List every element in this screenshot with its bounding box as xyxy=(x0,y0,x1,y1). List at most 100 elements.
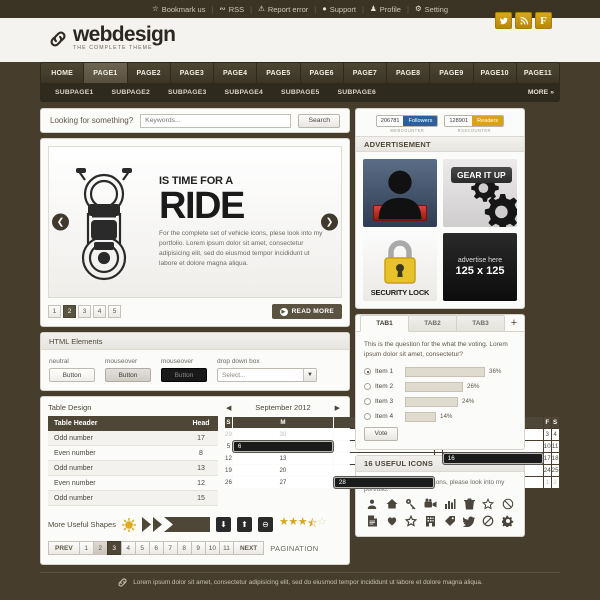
nav-item-home[interactable]: HOME xyxy=(41,63,85,83)
pagination-page-6[interactable]: 6 xyxy=(148,541,163,555)
calendar-day[interactable]: 5 xyxy=(225,441,232,452)
calendar-day[interactable]: 10 xyxy=(543,441,551,452)
readers-counter[interactable]: 128901 Readers RSSCOUNTER xyxy=(444,115,505,133)
subnav-item-3[interactable]: SUBPAGE3 xyxy=(159,89,216,96)
pagination-page-2[interactable]: 2 xyxy=(92,541,107,555)
poll-option[interactable]: Item 1 36% xyxy=(364,366,516,377)
video-camera-icon[interactable] xyxy=(422,497,438,511)
demo-button-dark[interactable]: Button xyxy=(161,368,207,382)
radio-icon[interactable] xyxy=(364,398,371,405)
star-outline-icon[interactable] xyxy=(480,497,496,511)
rss-icon[interactable] xyxy=(515,12,532,29)
calendar-day[interactable]: 17 xyxy=(543,453,551,464)
read-more-button[interactable]: ▶ READ MORE xyxy=(271,304,342,319)
calendar-day-selected[interactable]: 28 xyxy=(333,477,434,488)
building-icon[interactable] xyxy=(422,514,438,528)
pagination-page-4[interactable]: 4 xyxy=(120,541,135,555)
pagination-page-7[interactable]: 7 xyxy=(162,541,177,555)
topbar-link-report-error[interactable]: ⚠ Report error xyxy=(258,5,308,14)
calendar-day[interactable]: 29 xyxy=(225,429,232,440)
chart-icon[interactable] xyxy=(442,497,458,511)
poll-option[interactable]: Item 2 26% xyxy=(364,381,516,392)
nav-item-page6[interactable]: PAGE6 xyxy=(301,63,344,83)
home-icon[interactable] xyxy=(383,497,399,511)
heart-icon[interactable] xyxy=(383,514,399,528)
calendar-day-selected[interactable]: 6 xyxy=(232,441,333,452)
document-icon[interactable] xyxy=(364,514,380,528)
bird-icon[interactable] xyxy=(461,514,477,528)
calendar-day[interactable]: 12 xyxy=(225,453,232,464)
gear-icon[interactable] xyxy=(500,514,516,528)
nav-item-page1[interactable]: PAGE1 xyxy=(84,63,128,83)
slider-dot-5[interactable]: 5 xyxy=(108,305,121,318)
topbar-link-bookmark[interactable]: ☆ Bookmark us xyxy=(152,5,206,14)
radio-icon[interactable] xyxy=(364,368,371,375)
subnav-item-1[interactable]: SUBPAGE1 xyxy=(46,89,103,96)
calendar-day[interactable]: 19 xyxy=(225,465,232,476)
pagination-page-8[interactable]: 8 xyxy=(176,541,191,555)
security-ad[interactable]: SECURITY LOCK xyxy=(363,233,437,301)
pagination-next[interactable]: NEXT xyxy=(232,541,265,555)
followers-counter[interactable]: 206781 Followers WEBCOUNTER xyxy=(375,115,439,133)
calendar-day[interactable]: 2 xyxy=(551,477,559,488)
calendar-day-selected[interactable]: 16 xyxy=(442,453,543,464)
calendar-next-button[interactable]: ▶ xyxy=(335,404,340,412)
nav-item-page9[interactable]: PAGE9 xyxy=(430,63,474,83)
radio-icon[interactable] xyxy=(364,413,371,420)
poll-option[interactable]: Item 4 14% xyxy=(364,411,516,422)
slider-next-arrow[interactable]: ❯ xyxy=(321,213,338,231)
pagination-page-10[interactable]: 10 xyxy=(204,541,219,555)
radio-icon[interactable] xyxy=(364,383,371,390)
vote-button[interactable]: Vote xyxy=(364,426,398,441)
calendar-day[interactable]: 3 xyxy=(543,429,551,440)
subnav-item-6[interactable]: SUBPAGE6 xyxy=(329,89,386,96)
tab-2[interactable]: TAB2 xyxy=(408,315,457,331)
nav-item-page5[interactable]: PAGE5 xyxy=(257,63,301,83)
calendar-prev-button[interactable]: ◀ xyxy=(226,404,231,412)
calendar-day[interactable]: 18 xyxy=(551,453,559,464)
add-tab-button[interactable]: + xyxy=(504,315,524,331)
site-logo[interactable]: webdesign THE COMPLETE THEME xyxy=(48,24,176,51)
user-icon[interactable] xyxy=(364,497,380,511)
star-rating[interactable]: ★ ★ ★ ⯪ ☆ xyxy=(279,515,327,534)
subnav-item-5[interactable]: SUBPAGE5 xyxy=(272,89,329,96)
nav-item-page7[interactable]: PAGE7 xyxy=(344,63,387,83)
arrow-up-button[interactable]: ⬆ xyxy=(236,517,252,532)
calendar-day[interactable]: 20 xyxy=(232,465,333,476)
pagination-page-9[interactable]: 9 xyxy=(190,541,205,555)
slider-prev-arrow[interactable]: ❮ xyxy=(52,213,69,231)
calendar-day[interactable]: 25 xyxy=(551,465,559,476)
pagination-page-3[interactable]: 3 xyxy=(106,541,121,555)
profile-ad[interactable]: I'm Georgia xyxy=(363,159,437,227)
slider-dot-3[interactable]: 3 xyxy=(78,305,91,318)
placeholder-ad[interactable]: advertise here 125 x 125 xyxy=(443,233,517,301)
gear-ad-button[interactable]: GEAR IT UP xyxy=(451,167,512,183)
arrow-down-button[interactable]: ⬇ xyxy=(215,517,231,532)
calendar-day[interactable]: 27 xyxy=(232,477,333,488)
topbar-link-support[interactable]: ● Support xyxy=(322,5,356,14)
calendar-day[interactable]: 11 xyxy=(551,441,559,452)
topbar-link-setting[interactable]: ⚙ Setting xyxy=(415,5,448,14)
nav-item-page2[interactable]: PAGE2 xyxy=(128,63,171,83)
demo-button-hover[interactable]: Button xyxy=(105,368,151,382)
tag-icon[interactable] xyxy=(442,514,458,528)
subnav-more-button[interactable]: MORE » xyxy=(528,89,554,96)
subnav-item-4[interactable]: SUBPAGE4 xyxy=(216,89,273,96)
calendar-day[interactable]: 24 xyxy=(543,465,551,476)
tab-3[interactable]: TAB3 xyxy=(456,315,505,331)
topbar-link-profile[interactable]: ♟ Profile xyxy=(370,5,401,14)
tab-1[interactable]: TAB1 xyxy=(360,315,409,332)
nav-item-page8[interactable]: PAGE8 xyxy=(387,63,431,83)
nav-item-page3[interactable]: PAGE3 xyxy=(171,63,214,83)
facebook-icon[interactable]: F xyxy=(535,12,552,29)
poll-option[interactable]: Item 3 24% xyxy=(364,396,516,407)
calendar-day[interactable]: 30 xyxy=(232,429,333,440)
nav-item-page10[interactable]: PAGE10 xyxy=(474,63,517,83)
slider-dot-2[interactable]: 2 xyxy=(63,305,76,318)
pagination-page-11[interactable]: 11 xyxy=(218,541,233,555)
topbar-link-rss[interactable]: ∾ RSS xyxy=(219,5,244,14)
slider-dot-4[interactable]: 4 xyxy=(93,305,106,318)
pagination-page-1[interactable]: 1 xyxy=(78,541,93,555)
search-input[interactable] xyxy=(140,113,292,128)
subnav-item-2[interactable]: SUBPAGE2 xyxy=(103,89,160,96)
